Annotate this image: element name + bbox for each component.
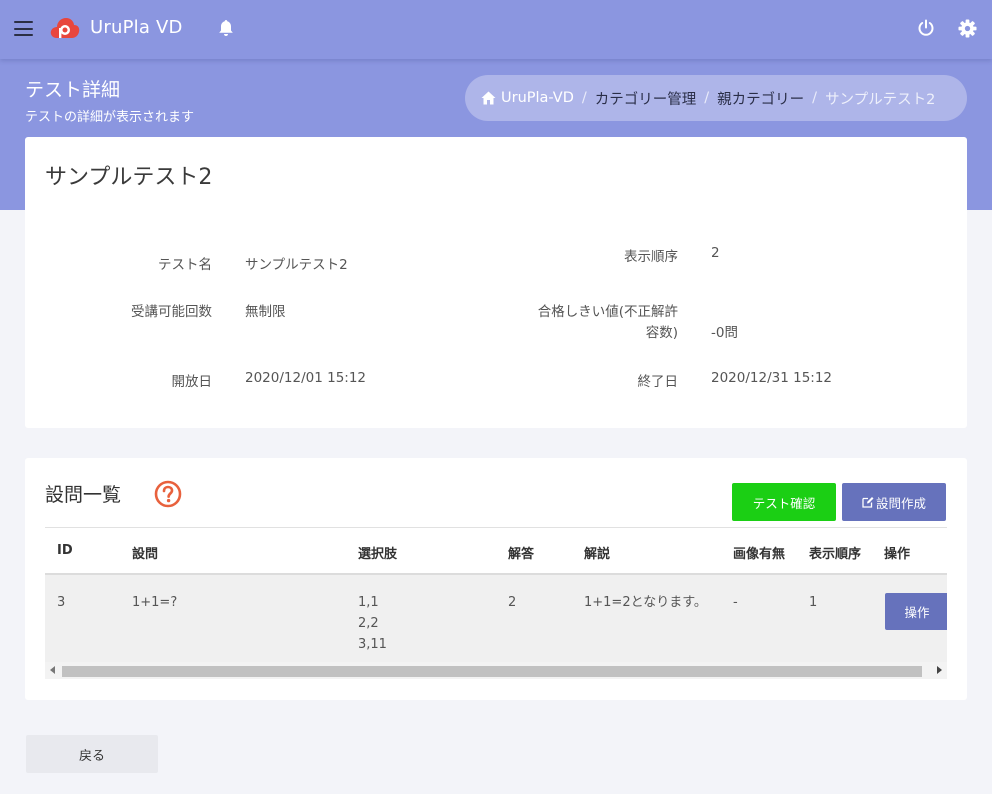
cell-question: 1+1=?	[132, 595, 178, 610]
question-list-card: 設問一覧 テスト確認 設問作成 ID 設問 選択肢 解答 解説 画像有無 表示順…	[25, 458, 967, 700]
end-date-label: 終了日	[637, 374, 679, 390]
column-header-answer[interactable]: 解答	[508, 543, 534, 562]
edit-icon	[862, 497, 874, 508]
open-date-value: 2020/12/01 15:12	[245, 370, 367, 386]
column-header-question[interactable]: 設問	[132, 543, 158, 562]
column-header-explanation[interactable]: 解説	[584, 543, 610, 562]
row-action-button[interactable]: 操作	[885, 593, 947, 630]
breadcrumb-item-category[interactable]: カテゴリー管理	[595, 88, 697, 109]
cell-has-image: -	[733, 595, 738, 610]
open-date-label: 開放日	[171, 374, 213, 390]
column-header-actions: 操作	[884, 547, 911, 562]
breadcrumb-separator: /	[812, 90, 818, 106]
cloud-logo-icon[interactable]	[50, 16, 80, 42]
scroll-left-icon[interactable]	[50, 666, 55, 674]
page-title: テスト詳細	[25, 79, 121, 101]
breadcrumb-home-label: UruPla-VD	[501, 90, 574, 106]
scrollbar-thumb[interactable]	[62, 666, 922, 677]
display-order-value: 2	[711, 245, 720, 261]
breadcrumb-separator: /	[581, 90, 587, 106]
cell-choices: 1,1 2,2 3,11	[358, 592, 387, 655]
test-name-value: サンプルテスト2	[245, 257, 348, 273]
question-table: ID 設問 選択肢 解答 解説 画像有無 表示順序 操作 3 1+1=? 1,1…	[45, 527, 947, 679]
breadcrumb: UruPla-VD / カテゴリー管理 / 親カテゴリー / サンプルテスト2	[465, 75, 967, 121]
column-header-display-order[interactable]: 表示順序	[809, 543, 861, 562]
question-list-title: 設問一覧	[45, 484, 122, 506]
threshold-value: -0問	[711, 325, 738, 341]
back-button[interactable]: 戻る	[26, 735, 158, 773]
table-header: ID 設問 選択肢 解答 解説 画像有無 表示順序 操作	[45, 527, 947, 575]
attempts-value: 無制限	[245, 304, 286, 320]
scroll-right-icon[interactable]	[937, 666, 942, 674]
threshold-label-line1: 合格しきい値(不正解許	[537, 304, 678, 320]
column-header-has-image[interactable]: 画像有無	[733, 543, 785, 562]
page-subtitle: テストの詳細が表示されます	[25, 110, 195, 125]
choice-item: 2,2	[358, 616, 379, 631]
home-icon	[481, 91, 496, 105]
cell-answer: 2	[508, 595, 517, 610]
table-row: 3 1+1=? 1,1 2,2 3,11 2 1+1=2となります。 - 1 操…	[45, 575, 947, 662]
bell-icon[interactable]	[218, 19, 234, 37]
create-question-button[interactable]: 設問作成	[842, 483, 946, 521]
horizontal-scrollbar[interactable]	[45, 662, 947, 679]
choice-item: 3,11	[358, 637, 387, 652]
breadcrumb-home[interactable]: UruPla-VD	[481, 90, 574, 106]
test-detail-card: サンプルテスト2 テスト名 サンプルテスト2 表示順序 2 受講可能回数 無制限…	[25, 137, 967, 428]
display-order-label: 表示順序	[624, 249, 678, 265]
test-confirm-button[interactable]: テスト確認	[732, 483, 836, 521]
test-name-label: テスト名	[158, 257, 212, 273]
end-date-value: 2020/12/31 15:12	[711, 370, 833, 386]
threshold-label-line2: 容数)	[645, 325, 678, 341]
breadcrumb-separator: /	[704, 90, 710, 106]
breadcrumb-item-current: サンプルテスト2	[825, 91, 936, 108]
breadcrumb-item-parent-category[interactable]: 親カテゴリー	[717, 88, 804, 109]
gear-icon[interactable]	[958, 19, 977, 38]
cell-explanation: 1+1=2となります。	[584, 595, 707, 610]
column-header-choices[interactable]: 選択肢	[358, 543, 397, 562]
detail-title: サンプルテスト2	[45, 165, 213, 190]
power-icon[interactable]	[917, 19, 935, 37]
choice-item: 1,1	[358, 595, 379, 610]
question-circle-icon[interactable]	[154, 480, 182, 508]
top-navbar: UruPla VD	[0, 0, 992, 59]
cell-id: 3	[57, 595, 66, 610]
create-question-label: 設問作成	[875, 495, 926, 511]
app-title[interactable]: UruPla VD	[90, 17, 183, 38]
column-header-id[interactable]: ID	[57, 543, 73, 558]
cell-display-order: 1	[809, 595, 818, 610]
hamburger-icon[interactable]	[14, 21, 33, 36]
attempts-label: 受講可能回数	[131, 304, 212, 320]
